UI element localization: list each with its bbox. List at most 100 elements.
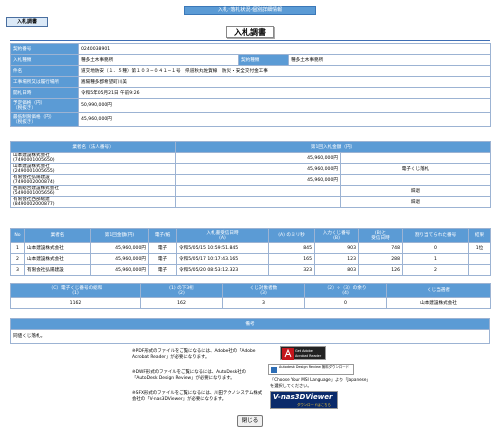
- lottery-type: 電子: [148, 242, 177, 254]
- lottery-header: 業者名: [24, 228, 91, 243]
- lottery-header: 割り当てられた番号: [402, 228, 469, 243]
- close-button[interactable]: 閉じる: [237, 415, 263, 427]
- bidder-number: (8490002000877): [13, 202, 55, 207]
- lottery-time: 令和5/05/20 08:53:12.323: [176, 264, 269, 276]
- vnas-badge-text: V-nas3DViewer: [273, 393, 333, 401]
- lottery-header: 入力くじ番号 (B): [314, 228, 359, 243]
- summary-value: 45,960,000円: [77, 112, 492, 127]
- summary-label: 件名: [10, 65, 79, 77]
- lottery-amount: 45,960,000円: [90, 253, 149, 265]
- lottery-sum: 748: [358, 242, 403, 254]
- adobe-reader-badge[interactable]: Get Adobe Acrobat Reader: [280, 346, 326, 360]
- autodesk-badge-text: Autodesk Design Review 無料ダウンロード: [279, 365, 350, 369]
- calc-value: 3: [222, 297, 305, 309]
- lottery-table: No 業者名 第1回金額(円) 電子/紙 入札書受信日時 (A) (A) のミリ…: [10, 228, 491, 276]
- lottery-type: 電子: [148, 253, 177, 265]
- lottery-header: 電子/紙: [148, 228, 177, 243]
- lottery-amount: 45,960,000円: [90, 264, 149, 276]
- bids-header: 第1回入札金額（円）: [175, 141, 491, 153]
- calc-value: 1162: [10, 297, 141, 309]
- bid-amount: 45,960,000円: [175, 152, 341, 164]
- calc-header: (1) の下3桁 (2): [140, 283, 223, 298]
- bid-amount: [175, 196, 341, 208]
- bid-note: 辞退: [340, 196, 491, 208]
- lottery-type: 電子: [148, 264, 177, 276]
- summary-label: 工事場所又は履行場所: [10, 76, 79, 88]
- top-title-bar: 入札･落札状況-個別詳細情報: [184, 6, 316, 15]
- bids-header: 業者名（法人番号）: [10, 141, 176, 153]
- summary-label: 入札種類: [10, 54, 79, 66]
- lottery-name: 山本建設株式会社: [24, 253, 91, 265]
- lottery-result: [468, 264, 491, 276]
- bids-table: 業者名（法人番号） 第1回入札金額（円） 山本建設株式会社 (74900010056…: [10, 141, 491, 208]
- lottery-assigned: 0: [402, 242, 469, 254]
- adobe-badge-text: Get Adobe Acrobat Reader: [295, 349, 322, 358]
- calc-value: 162: [140, 297, 223, 309]
- remarks-text: 同値くじ落札。: [10, 329, 490, 344]
- summary-value: 令和5年05月21日 午前9:26: [77, 87, 492, 99]
- bidder-number: (7490001005650): [13, 158, 55, 163]
- summary-label: 契約番号: [10, 43, 79, 55]
- summary-table: 契約番号 0240038901 入札種類 種多土木事務所 契約種類 種多土木事務所 件名…: [10, 43, 492, 127]
- calc-header: （2）÷（3）の余り (4): [304, 283, 387, 298]
- lottery-assigned: 1: [402, 253, 469, 265]
- bid-note: [340, 152, 491, 164]
- page-title: 入札調書: [226, 26, 274, 38]
- calc-table: （C）電子くじ番号の総和 (1) (1) の下3桁 (2) くじ対象者数 (3)…: [10, 283, 491, 309]
- bid-note: 電子くじ落札: [340, 163, 491, 175]
- sfx-notice: ※SFX形式のファイルをご覧になるには、川田テクノシステム株式会社の「V-nas…: [132, 391, 263, 402]
- lottery-result: 1位: [468, 242, 491, 254]
- tab-bid-record[interactable]: 入札調書: [6, 17, 48, 27]
- summary-label: 開札日時: [10, 87, 79, 99]
- lottery-ms: 845: [268, 242, 315, 254]
- lottery-ms: 165: [268, 253, 315, 265]
- summary-value: 0240038901: [77, 43, 492, 55]
- lottery-header: 第1回金額(円): [90, 228, 149, 243]
- pdf-notice: ※PDF形式のファイルをご覧になるには、Adobe社の「Adobe Acroba…: [132, 349, 256, 360]
- calc-header: くじ対象者数 (3): [222, 283, 305, 298]
- lottery-header: No: [10, 228, 25, 243]
- lottery-header: (B)と 受信日時: [358, 228, 403, 243]
- lottery-header: 結果: [468, 228, 491, 243]
- table-row: 3 有限会社弘陽建設 45,960,000円 電子 令和5/05/20 08:5…: [10, 264, 491, 276]
- divider: [10, 40, 490, 41]
- summary-value: 嵩陽種多郡希望町川美: [77, 76, 492, 88]
- lottery-kuji: 803: [314, 264, 359, 276]
- lottery-name: 有限会社弘陽建設: [24, 264, 91, 276]
- summary-value: 種多土木事務所: [287, 54, 492, 66]
- lottery-amount: 45,960,000円: [90, 242, 149, 254]
- lottery-time: 令和5/05/15 10:59:51.845: [176, 242, 269, 254]
- bid-amount: 45,960,000円: [175, 174, 341, 186]
- lottery-assigned: 2: [402, 264, 469, 276]
- remarks-header: 備考: [10, 318, 490, 330]
- calc-value: 0: [304, 297, 387, 309]
- calc-header: （C）電子くじ番号の総和 (1): [10, 283, 141, 298]
- lottery-no: 1: [10, 242, 25, 254]
- vnas-badge[interactable]: V-nas3DViewer ダウンロードはこちら: [270, 391, 338, 409]
- bidder-number: (7490002000874): [13, 180, 55, 185]
- table-row: 2 山本建設株式会社 45,960,000円 電子 令和5/05/17 10:1…: [10, 253, 491, 265]
- lottery-sum: 126: [358, 264, 403, 276]
- autodesk-icon: [271, 367, 277, 373]
- lottery-no: 3: [10, 264, 25, 276]
- adobe-icon: [282, 348, 294, 360]
- lottery-kuji: 903: [314, 242, 359, 254]
- summary-value: 種多土木事務所: [78, 54, 239, 66]
- lottery-result: [468, 253, 491, 265]
- lottery-no: 2: [10, 253, 25, 265]
- lottery-header: 入札書受信日時 (A): [176, 228, 269, 243]
- remarks-table: 備考 同値くじ落札。: [10, 318, 490, 344]
- bidder-number: (5490001005656): [13, 191, 55, 196]
- lottery-name: 山本建設株式会社: [24, 242, 91, 254]
- bidder-number: (2490001005655): [13, 169, 55, 174]
- summary-label: 最低制限価格（円） （税抜き）: [10, 112, 79, 127]
- bid-note: [340, 174, 491, 186]
- summary-label: 予定価格（円） （税抜き）: [10, 98, 79, 113]
- autodesk-badge[interactable]: Autodesk Design Review 無料ダウンロード: [268, 364, 354, 375]
- dwf-notice: ※DWF形式のファイルをご覧になるには、AutoDesk社の「AutoDesk …: [132, 370, 247, 381]
- table-row: 1 山本建設株式会社 45,960,000円 電子 令和5/05/15 10:5…: [10, 242, 491, 254]
- bid-amount: [175, 185, 341, 197]
- summary-label: 契約種類: [238, 54, 289, 66]
- summary-value: 50,990,000円: [77, 98, 492, 113]
- lottery-header: (A) のミリ秒: [268, 228, 315, 243]
